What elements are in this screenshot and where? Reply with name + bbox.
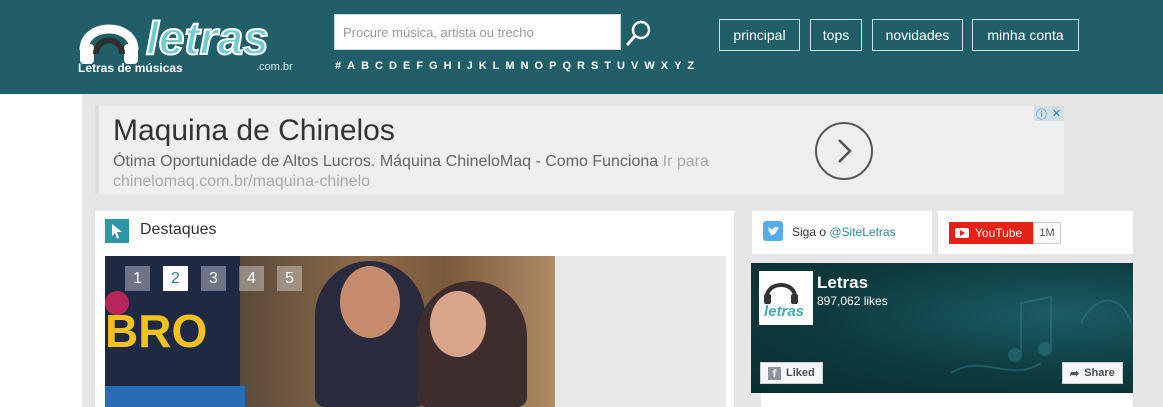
logo-wordmark: letras bbox=[146, 12, 269, 64]
alpha-link[interactable]: X bbox=[660, 60, 669, 72]
alpha-link[interactable]: Z bbox=[686, 60, 695, 72]
featured-slide[interactable]: BRO 1 2 3 4 5 bbox=[105, 256, 726, 407]
nav-principal[interactable]: principal bbox=[719, 19, 800, 51]
cursor-icon bbox=[105, 219, 129, 243]
alpha-link[interactable]: B bbox=[360, 60, 370, 72]
info-icon[interactable]: ⓘ bbox=[1034, 106, 1049, 121]
alpha-link[interactable]: I bbox=[457, 60, 462, 72]
ad-title[interactable]: Maquina de Chinelos bbox=[113, 114, 395, 148]
alpha-link[interactable]: H bbox=[443, 60, 453, 72]
slide-stripe bbox=[105, 386, 245, 407]
alpha-link[interactable]: F bbox=[415, 60, 424, 72]
alpha-link[interactable]: A bbox=[346, 60, 356, 72]
pager-button[interactable]: 4 bbox=[239, 266, 264, 291]
twitter-icon[interactable] bbox=[763, 221, 783, 241]
alpha-link[interactable]: C bbox=[374, 60, 384, 72]
alpha-link[interactable]: P bbox=[548, 60, 557, 72]
close-icon[interactable]: ✕ bbox=[1049, 106, 1064, 121]
share-label: Share bbox=[1084, 367, 1115, 379]
facebook-page-widget: letras Letras 897,062 likes f Liked ➦ Sh… bbox=[751, 263, 1133, 393]
slide-artwork-text: BRO bbox=[105, 305, 208, 357]
facebook-page-logo[interactable]: letras bbox=[759, 271, 813, 325]
chevron-right-icon bbox=[838, 139, 852, 163]
nav-tops[interactable]: tops bbox=[810, 19, 862, 51]
alpha-link[interactable]: N bbox=[520, 60, 530, 72]
youtube-button[interactable]: YouTube bbox=[949, 222, 1033, 244]
youtube-subscriber-count: 1M bbox=[1033, 222, 1061, 244]
search-icon[interactable] bbox=[624, 18, 654, 48]
alpha-link[interactable]: T bbox=[603, 60, 612, 72]
alpha-link[interactable]: S bbox=[590, 60, 599, 72]
youtube-subscribe: YouTube 1M bbox=[938, 211, 1133, 254]
alpha-link[interactable]: M bbox=[504, 60, 515, 72]
ad-banner[interactable]: Maquina de Chinelos Ótima Oportunidade d… bbox=[95, 106, 1064, 194]
alpha-link[interactable]: W bbox=[643, 60, 655, 72]
alpha-link[interactable]: O bbox=[534, 60, 545, 72]
facebook-icon: f bbox=[768, 366, 781, 380]
pager-button[interactable]: 3 bbox=[201, 266, 226, 291]
slide-pager: 1 2 3 4 5 bbox=[125, 266, 302, 291]
alpha-link[interactable]: V bbox=[630, 60, 639, 72]
twitter-handle-link[interactable]: @SiteLetras bbox=[829, 225, 895, 239]
ad-badges: ⓘ ✕ bbox=[1034, 106, 1064, 121]
alphabet-index: # A B C D E F G H I J K L M N O P Q R S … bbox=[334, 60, 695, 72]
twitter-follow: Siga o @SiteLetras bbox=[752, 211, 932, 254]
pager-button[interactable]: 2 bbox=[163, 266, 188, 291]
logo-domain: .com.br bbox=[256, 61, 293, 73]
twitter-text: Siga o @SiteLetras bbox=[792, 225, 896, 239]
alpha-link[interactable]: Q bbox=[561, 60, 572, 72]
ad-text: Ótima Oportunidade de Altos Lucros. Máqu… bbox=[113, 152, 753, 192]
pager-button[interactable]: 1 bbox=[125, 266, 150, 291]
ad-description: Ótima Oportunidade de Altos Lucros. Máqu… bbox=[113, 153, 659, 170]
alpha-link[interactable]: J bbox=[466, 60, 474, 72]
alpha-link[interactable]: G bbox=[428, 60, 439, 72]
slide-face bbox=[340, 266, 400, 338]
slide-face bbox=[430, 291, 486, 357]
ad-arrow-button[interactable] bbox=[815, 122, 873, 180]
share-button[interactable]: ➦ Share bbox=[1062, 362, 1123, 384]
alpha-link[interactable]: Y bbox=[673, 60, 682, 72]
alpha-link[interactable]: D bbox=[388, 60, 398, 72]
pager-button[interactable]: 5 bbox=[277, 266, 302, 291]
alpha-link[interactable]: K bbox=[478, 60, 488, 72]
alpha-link[interactable]: U bbox=[616, 60, 626, 72]
liked-label: Liked bbox=[786, 367, 815, 379]
youtube-label: YouTube bbox=[975, 226, 1023, 240]
logo-subtitle: Letras de músicas bbox=[78, 61, 183, 75]
facebook-widget-footer bbox=[751, 393, 1133, 407]
destaques-panel: Destaques BRO 1 2 3 4 5 bbox=[95, 211, 734, 407]
youtube-play-icon bbox=[955, 228, 969, 238]
facebook-logo-text: letras bbox=[764, 303, 804, 320]
facebook-page-name[interactable]: Letras bbox=[817, 273, 868, 293]
alpha-link[interactable]: L bbox=[492, 60, 501, 72]
alpha-link[interactable]: # bbox=[334, 60, 342, 72]
alpha-link[interactable]: R bbox=[576, 60, 586, 72]
search-input[interactable] bbox=[334, 14, 621, 50]
nav-minha-conta[interactable]: minha conta bbox=[972, 19, 1079, 51]
alpha-link[interactable]: E bbox=[402, 60, 411, 72]
nav-novidades[interactable]: novidades bbox=[872, 19, 963, 51]
site-header: letras Letras de músicas .com.br # A B C… bbox=[0, 0, 1163, 94]
destaques-title: Destaques bbox=[140, 221, 217, 238]
twitter-prefix: Siga o bbox=[792, 225, 827, 239]
share-icon: ➦ bbox=[1070, 367, 1080, 380]
liked-button[interactable]: f Liked bbox=[760, 362, 823, 384]
facebook-likes: 897,062 likes bbox=[817, 294, 888, 308]
